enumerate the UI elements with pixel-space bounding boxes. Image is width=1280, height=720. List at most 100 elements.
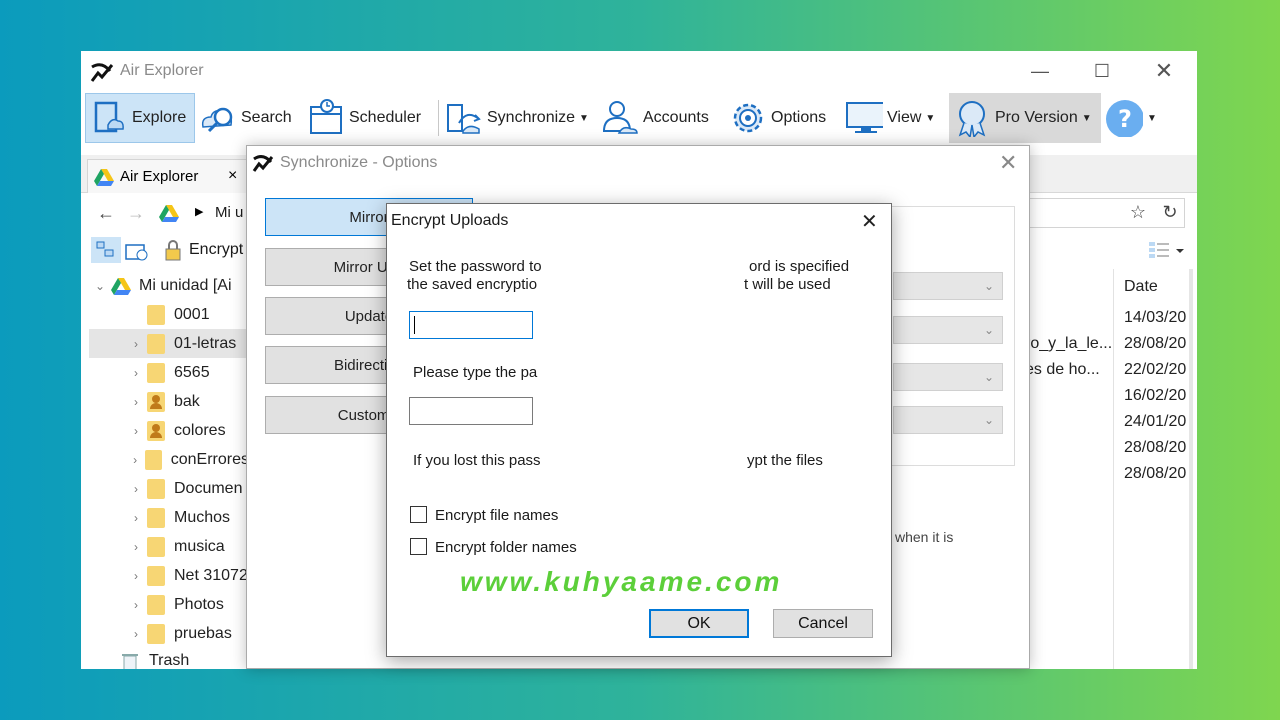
search-label: Search — [241, 109, 292, 126]
cancel-button[interactable]: Cancel — [773, 609, 873, 638]
new-folder-icon[interactable] — [123, 239, 149, 263]
tree-view-toggle[interactable] — [91, 237, 121, 263]
tree-item-label: 6565 — [174, 363, 210, 381]
date-cell: 24/01/20 — [1124, 413, 1187, 430]
pro-dropdown-icon[interactable]: ▼ — [1082, 113, 1092, 124]
tree-root[interactable]: ⌄ Mi unidad [Ai — [89, 271, 249, 300]
accounts-button[interactable]: Accounts — [601, 93, 723, 143]
chevron-right-icon[interactable]: › — [125, 395, 147, 409]
tree-item-label: colores — [174, 421, 226, 439]
breadcrumb-arrow-icon: ▶ — [195, 206, 204, 218]
google-drive-icon — [159, 205, 179, 222]
scheduler-label: Scheduler — [349, 109, 422, 126]
retype-password-label: Please type the pa — [413, 364, 538, 381]
back-button[interactable]: ← — [93, 200, 119, 226]
scheduler-icon — [310, 99, 342, 134]
ok-button[interactable]: OK — [649, 609, 749, 638]
encrypt-toggle-label[interactable]: Encrypt — [189, 241, 243, 259]
explore-icon — [94, 101, 124, 133]
date-cell: 28/08/20 — [1124, 335, 1187, 352]
cancel-label: Cancel — [798, 614, 848, 632]
tree-item[interactable]: › 01-letras — [89, 329, 249, 358]
chevron-right-icon[interactable]: › — [125, 366, 147, 380]
synchronize-dropdown-icon[interactable]: ▼ — [579, 113, 589, 124]
tree-view-icon — [96, 241, 114, 257]
window-title: Air Explorer — [120, 62, 204, 79]
tree-item[interactable]: 0001 — [89, 300, 249, 329]
help-dropdown-icon[interactable]: ▼ — [1147, 113, 1157, 124]
synchronize-button[interactable]: Synchronize ▼ — [445, 93, 597, 143]
sync-option-dropdown[interactable]: ⌄ — [893, 363, 1003, 391]
tree-item[interactable]: › Muchos — [89, 503, 249, 532]
tree-item[interactable]: › Net 31072 — [89, 561, 249, 590]
tree-item[interactable]: › colores — [89, 416, 249, 445]
date-cell: 28/08/20 — [1124, 465, 1187, 482]
chevron-right-icon[interactable]: › — [125, 627, 147, 641]
password-input[interactable] — [409, 311, 533, 339]
chevron-right-icon[interactable]: › — [125, 569, 147, 583]
explore-button[interactable]: Explore — [85, 93, 195, 143]
tree-item[interactable]: › musica — [89, 532, 249, 561]
encrypt-file-names-checkbox[interactable] — [410, 506, 427, 523]
retype-password-input[interactable] — [409, 397, 533, 425]
password-instructions-line1-end: ord is specified — [749, 258, 850, 275]
sync-dialog-close-button[interactable]: ✕ — [999, 150, 1017, 176]
pro-version-label: Pro Version — [995, 109, 1078, 126]
chevron-right-icon[interactable]: › — [125, 482, 147, 496]
google-drive-icon — [111, 277, 131, 295]
sync-option-dropdown[interactable]: ⌄ — [893, 316, 1003, 344]
tree-item-trash[interactable]: Trash — [89, 646, 249, 669]
help-button[interactable]: ? ▼ — [1105, 93, 1165, 143]
svg-text:?: ? — [1118, 105, 1132, 133]
tree-item[interactable]: › bak — [89, 387, 249, 416]
chevron-right-icon[interactable]: › — [125, 453, 145, 467]
password-instructions-line1: Set the password to — [409, 258, 542, 275]
view-dropdown-icon[interactable]: ▼ — [925, 113, 935, 124]
encrypt-dialog-close-button[interactable]: ✕ — [861, 209, 878, 234]
chevron-right-icon[interactable]: › — [125, 511, 147, 525]
explore-label: Explore — [132, 109, 187, 126]
tab-air-explorer[interactable]: Air Explorer × — [87, 159, 247, 193]
search-button[interactable]: Search — [199, 93, 299, 143]
maximize-button[interactable]: ☐ — [1079, 51, 1125, 91]
tab-close-button[interactable]: × — [228, 167, 237, 185]
sync-option-dropdown[interactable]: ⌄ — [893, 406, 1003, 434]
tree-item-label: 0001 — [174, 305, 210, 323]
sync-mode-label: Mirror — [349, 208, 389, 226]
address-bar[interactable] — [1025, 198, 1185, 228]
accounts-icon — [602, 101, 638, 134]
minimize-button[interactable]: — — [1017, 51, 1063, 91]
breadcrumb-path[interactable]: Mi u — [215, 204, 243, 221]
encrypt-folder-names-checkbox[interactable] — [410, 538, 427, 555]
chevron-right-icon[interactable]: › — [125, 424, 147, 438]
list-view-icon[interactable] — [1147, 239, 1185, 261]
tree-item[interactable]: › Photos — [89, 590, 249, 619]
tree-item-label: pruebas — [174, 624, 232, 642]
tree-item[interactable]: › 6565 — [89, 358, 249, 387]
chevron-down-icon[interactable]: ⌄ — [89, 279, 111, 293]
pro-version-button[interactable]: Pro Version ▼ — [949, 93, 1101, 143]
folder-icon — [145, 449, 162, 470]
toolbar-separator — [438, 100, 439, 136]
date-column-header[interactable]: Date — [1124, 278, 1158, 296]
chevron-right-icon[interactable]: › — [125, 540, 147, 554]
tree-item[interactable]: › Documen — [89, 474, 249, 503]
options-button[interactable]: Options — [729, 93, 839, 143]
chevron-right-icon[interactable]: › — [125, 598, 147, 612]
view-button[interactable]: View ▼ — [845, 93, 947, 143]
scheduler-button[interactable]: Scheduler — [307, 93, 433, 143]
encrypt-file-names-label[interactable]: Encrypt file names — [435, 507, 558, 524]
sync-option-dropdown[interactable]: ⌄ — [893, 272, 1003, 300]
gear-icon — [733, 103, 763, 133]
encrypt-folder-names-label[interactable]: Encrypt folder names — [435, 539, 577, 556]
forward-button[interactable]: → — [123, 200, 149, 226]
vertical-scrollbar[interactable] — [1189, 269, 1193, 669]
tree-item[interactable]: › pruebas — [89, 619, 249, 648]
close-window-button[interactable]: ✕ — [1141, 51, 1187, 91]
date-cell: 16/02/20 — [1124, 387, 1187, 404]
tree-item-label: musica — [174, 537, 225, 555]
lock-icon — [165, 240, 181, 261]
tree-item[interactable]: › conErrores — [89, 445, 249, 474]
options-label: Options — [771, 109, 827, 126]
chevron-right-icon[interactable]: › — [125, 337, 147, 351]
